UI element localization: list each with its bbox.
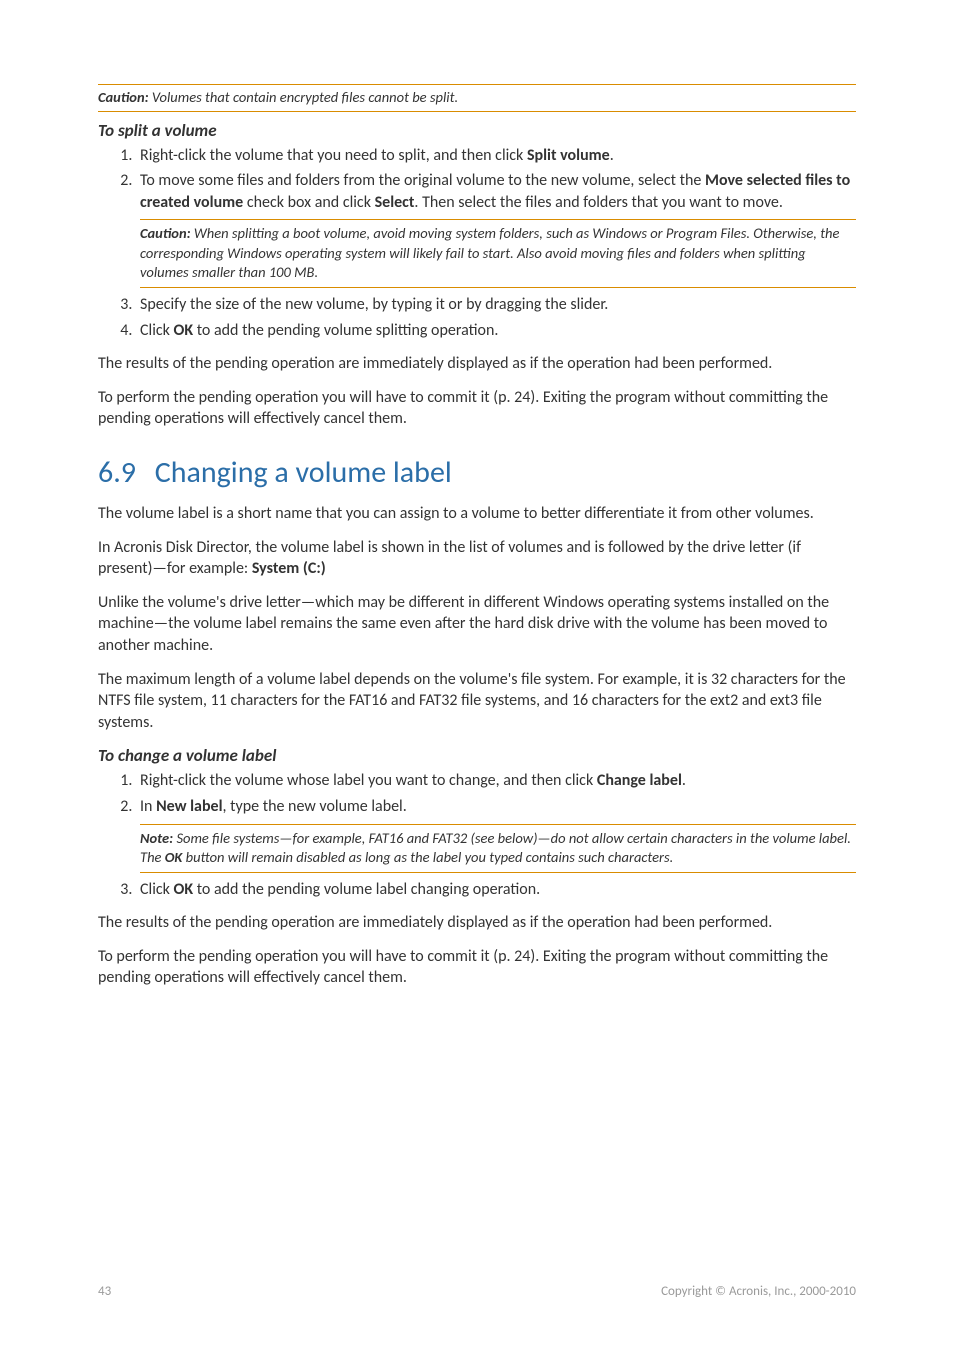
body-paragraph: In Acronis Disk Director, the volume lab… (98, 537, 856, 580)
steps-list: Right-click the volume whose label you w… (98, 770, 856, 900)
body-paragraph: The results of the pending operation are… (98, 353, 856, 375)
subhead-split-volume: To split a volume (98, 120, 856, 141)
subhead-change-label: To change a volume label (98, 745, 856, 766)
step-text: . (682, 771, 686, 790)
list-item: Click OK to add the pending volume label… (136, 879, 856, 901)
caution-lead: Caution: (140, 224, 191, 242)
list-item: In New label, type the new volume label.… (136, 796, 856, 873)
section-title: Changing a volume label (155, 454, 452, 491)
step-text: Right-click the volume whose label you w… (140, 771, 597, 790)
step-text: Click (140, 321, 174, 340)
ui-term: New label (156, 797, 222, 816)
list-item: Click OK to add the pending volume split… (136, 320, 856, 342)
step-text: In (140, 797, 156, 816)
ui-term: Select (375, 193, 415, 212)
step-text: Specify the size of the new volume, by t… (140, 295, 608, 314)
list-item: Right-click the volume whose label you w… (136, 770, 856, 792)
body-paragraph: To perform the pending operation you wil… (98, 946, 856, 989)
ui-term: OK (174, 880, 194, 899)
note-lead: Note: (140, 829, 173, 847)
list-item: Right-click the volume that you need to … (136, 145, 856, 167)
caution-lead: Caution: (98, 88, 149, 106)
caution-box: Caution: Volumes that contain encrypted … (98, 84, 856, 112)
step-text: . Then select the files and folders that… (414, 193, 782, 212)
step-text: check box and click (243, 193, 374, 212)
ui-term: Change label (597, 771, 682, 790)
step-text: , type the new volume label. (223, 797, 407, 816)
page-footer: 43 Copyright © Acronis, Inc., 2000-2010 (98, 1284, 856, 1299)
note-box: Note: Some file systems—for example, FAT… (140, 824, 856, 873)
step-text: To move some files and folders from the … (140, 171, 705, 190)
paragraph-text: In Acronis Disk Director, the volume lab… (98, 538, 801, 579)
ui-term: OK (165, 848, 183, 866)
step-text: Right-click the volume that you need to … (140, 146, 527, 165)
caution-text: Volumes that contain encrypted files can… (149, 88, 459, 106)
body-paragraph: The maximum length of a volume label dep… (98, 669, 856, 734)
note-text: button will remain disabled as long as t… (182, 848, 673, 866)
document-page: Caution: Volumes that contain encrypted … (0, 0, 954, 1349)
section-number: 6.9 (98, 454, 148, 491)
step-text: . (610, 146, 614, 165)
caution-text: When splitting a boot volume, avoid movi… (140, 224, 839, 281)
step-text: to add the pending volume label changing… (193, 880, 540, 899)
body-paragraph: The results of the pending operation are… (98, 912, 856, 934)
ui-term: OK (174, 321, 194, 340)
ui-term: System (C:) (252, 559, 326, 578)
body-paragraph: Unlike the volume's drive letter—which m… (98, 592, 856, 657)
steps-list: Right-click the volume that you need to … (98, 145, 856, 342)
page-number: 43 (98, 1284, 111, 1299)
caution-box: Caution: When splitting a boot volume, a… (140, 219, 856, 288)
body-paragraph: To perform the pending operation you wil… (98, 387, 856, 430)
list-item: Specify the size of the new volume, by t… (136, 294, 856, 316)
copyright-text: Copyright © Acronis, Inc., 2000-2010 (661, 1284, 856, 1299)
step-text: to add the pending volume splitting oper… (193, 321, 498, 340)
ui-term: Split volume (527, 146, 610, 165)
step-text: Click (140, 880, 174, 899)
body-paragraph: The volume label is a short name that yo… (98, 503, 856, 525)
section-heading: 6.9 Changing a volume label (98, 454, 856, 491)
list-item: To move some files and folders from the … (136, 170, 856, 288)
